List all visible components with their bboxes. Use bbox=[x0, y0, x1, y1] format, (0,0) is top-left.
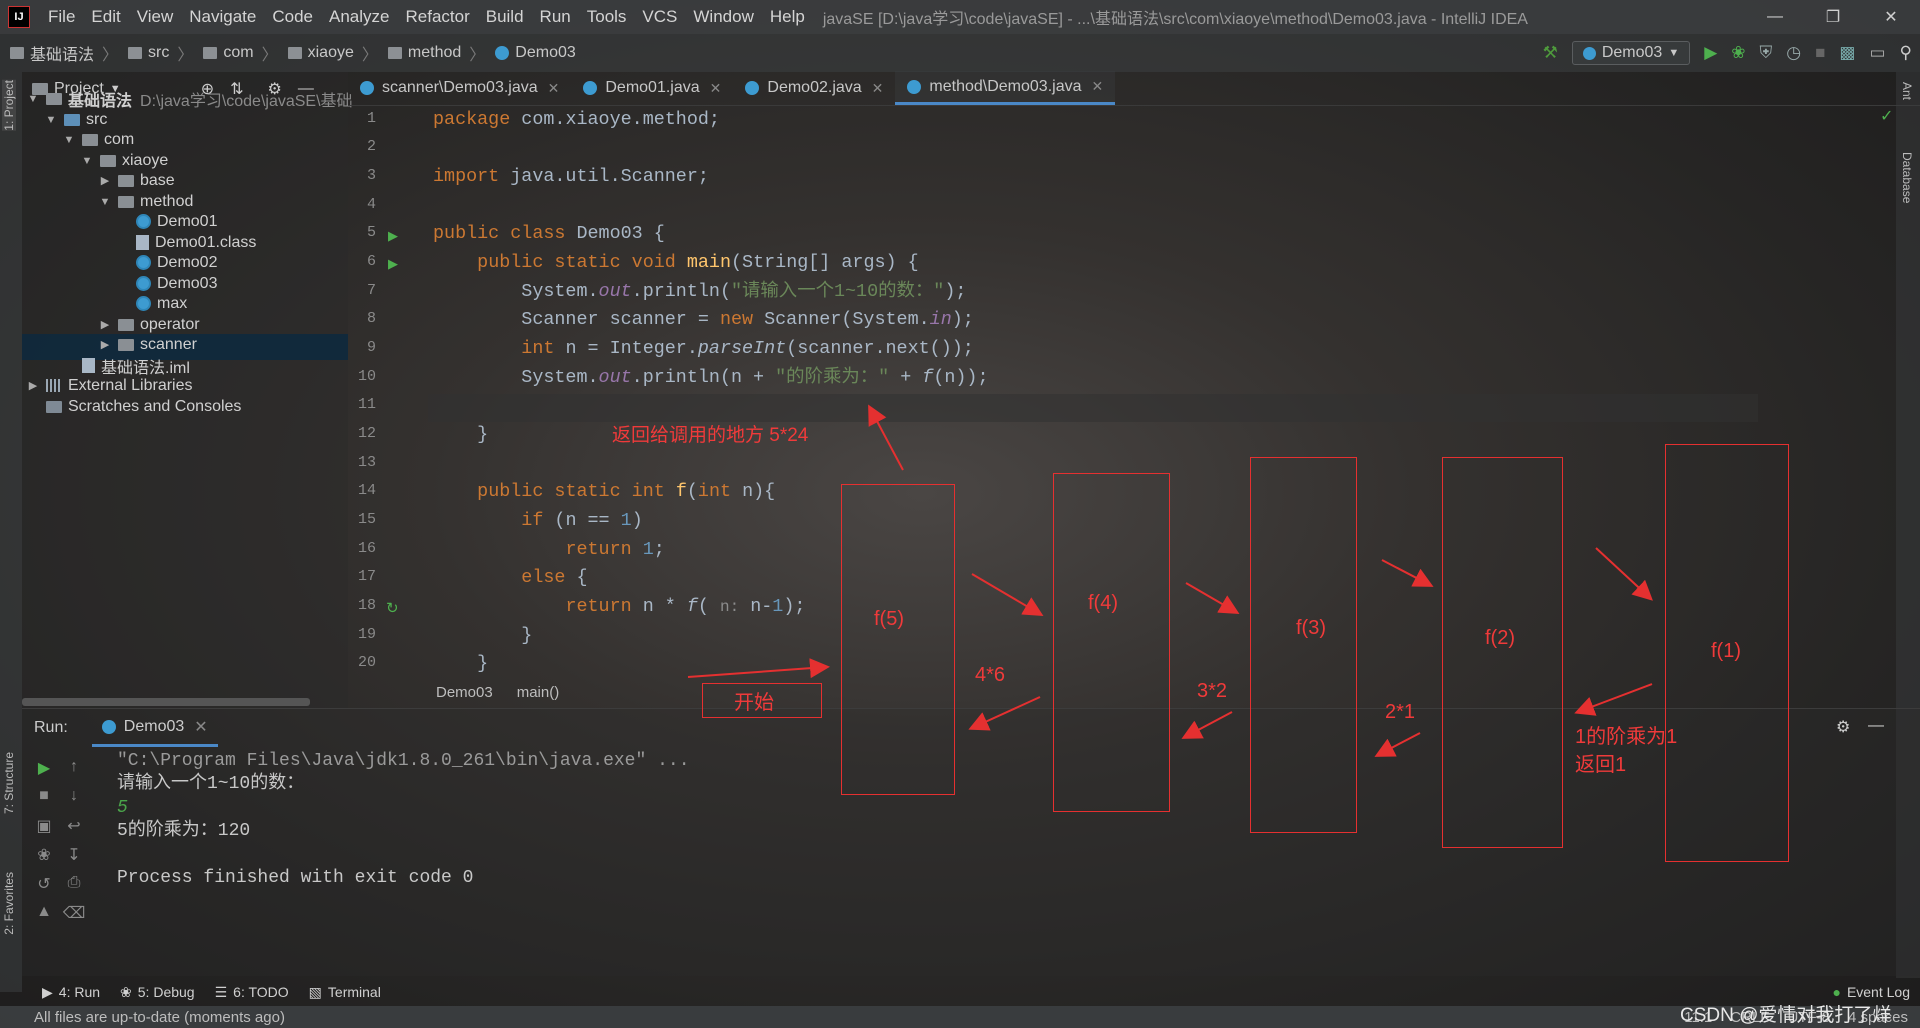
label-f1: f(1) bbox=[1711, 640, 1741, 662]
arrow-call-f2 bbox=[1381, 559, 1434, 587]
arrow-call-f1 bbox=[1595, 547, 1653, 601]
label-return-4x6: 4*6 bbox=[975, 664, 1006, 686]
label-base-case: 1的阶乘为1 bbox=[1575, 726, 1678, 748]
label-return-1: 返回1 bbox=[1575, 754, 1627, 776]
label-start: 开始 bbox=[734, 692, 774, 714]
frame-box-f3 bbox=[1250, 457, 1357, 833]
arrow-return-f3 bbox=[1181, 711, 1233, 739]
label-return-to-caller: 返回给调用的地方 5*24 bbox=[612, 425, 809, 446]
annotation-arrows bbox=[687, 404, 1653, 757]
arrow-return-f1 bbox=[1574, 683, 1653, 716]
arrow-return-f4 bbox=[968, 696, 1041, 731]
frame-box-f5 bbox=[841, 484, 955, 795]
label-return-2x1: 2*1 bbox=[1385, 701, 1416, 723]
label-f5: f(5) bbox=[874, 608, 904, 630]
label-return-3x2: 3*2 bbox=[1197, 680, 1228, 702]
label-f2: f(2) bbox=[1485, 627, 1515, 649]
label-f3: f(3) bbox=[1296, 617, 1326, 639]
label-f4: f(4) bbox=[1088, 592, 1118, 614]
frame-box-f4 bbox=[1053, 473, 1170, 812]
arrow-start bbox=[687, 658, 830, 679]
arrow-return-f2 bbox=[1374, 732, 1421, 757]
csdn-watermark: CSDN @爱情对我打了烊 bbox=[1680, 1005, 1892, 1026]
arrow-to-caller bbox=[868, 404, 904, 471]
ide-window: IJ File Edit View Navigate Code Analyze … bbox=[0, 0, 1920, 1028]
frame-box-f2 bbox=[1442, 457, 1563, 848]
arrow-call-f4 bbox=[971, 573, 1044, 617]
arrow-call-f3 bbox=[1185, 582, 1240, 615]
